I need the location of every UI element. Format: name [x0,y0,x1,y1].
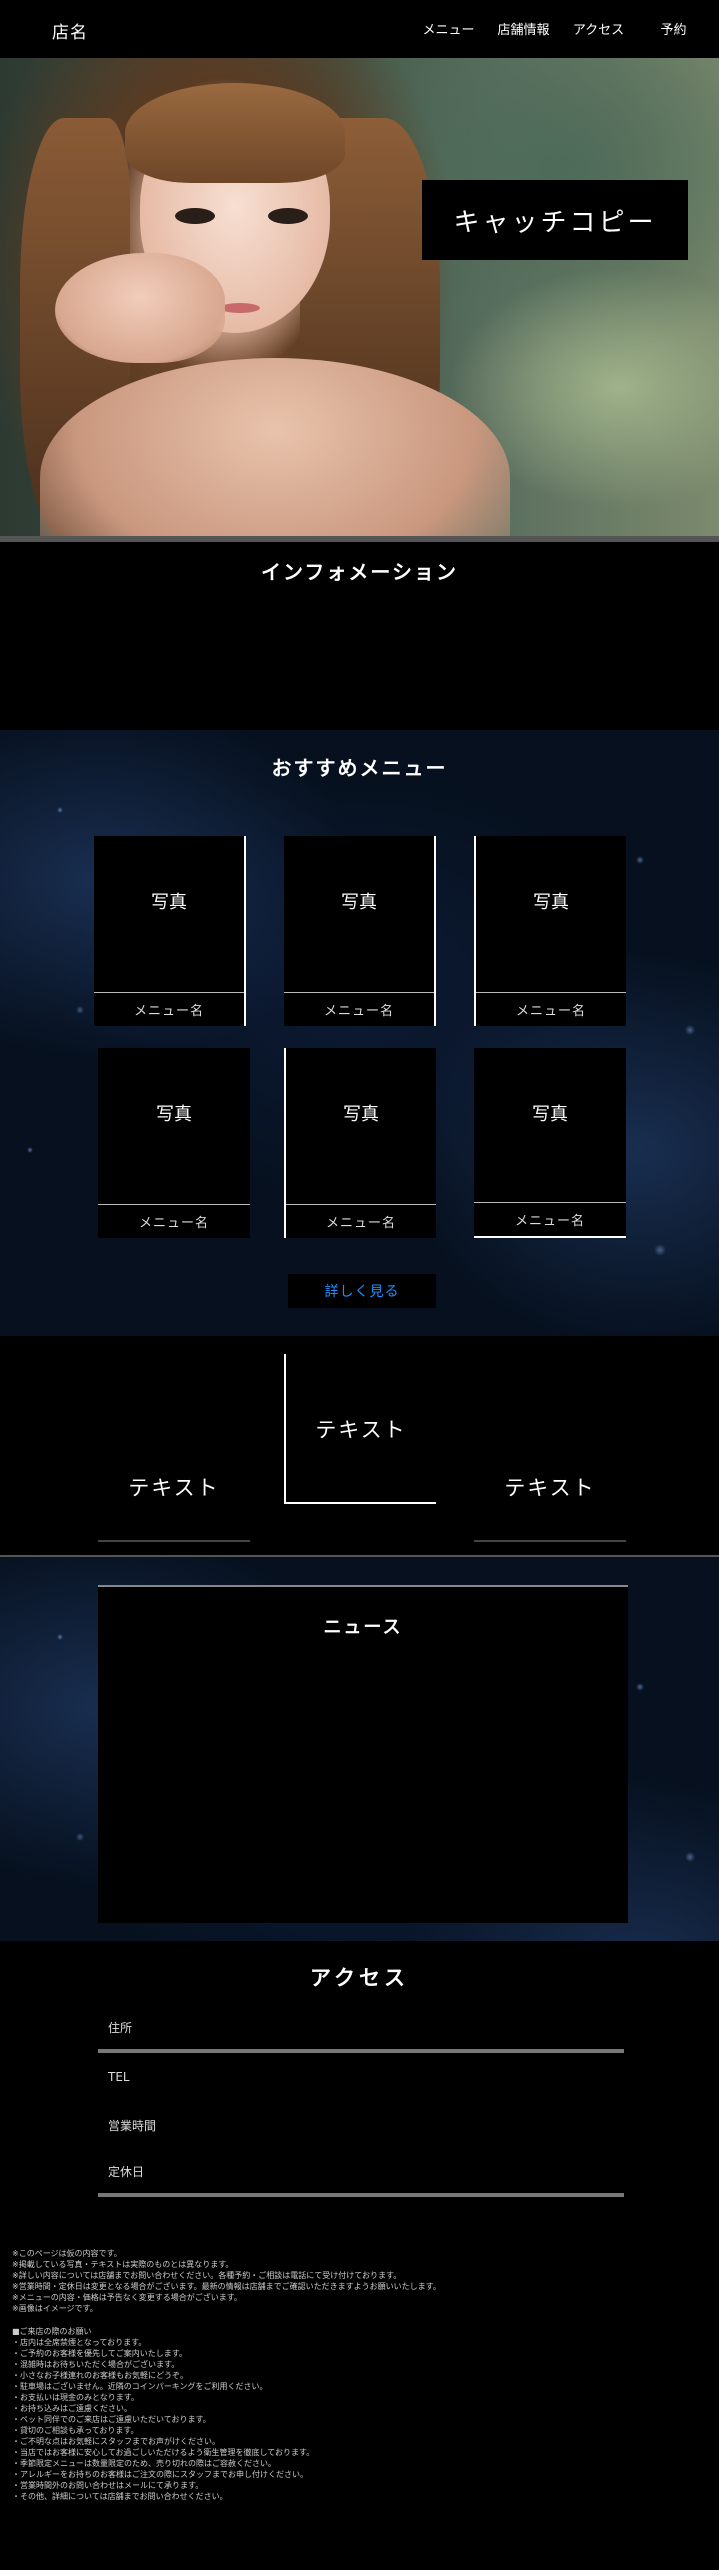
recommended-menu-section: おすすめメニュー 写真 メニュー名 写真 メニュー名 写真 メニュー名 写真 メ… [0,730,719,1336]
news-box: ニュース [98,1585,628,1923]
more-button[interactable]: 詳しく見る [288,1274,436,1308]
access-holiday: 定休日 [98,2149,624,2197]
menu-card-photo: 写真 [532,1104,568,1125]
footer-notes: ※このページは仮の内容です。 ※掲載している写真・テキストは実際のものとは異なり… [12,2248,712,2502]
text-column-label: テキスト [315,1418,407,1442]
text-column-label: テキスト [504,1476,596,1500]
text-column: テキスト [284,1354,436,1504]
nav-store-info[interactable]: 店舗情報 [486,19,561,38]
menu-section-title: おすすめメニュー [271,756,448,780]
menu-card-photo: 写真 [343,1104,379,1125]
note-line: ・お支払いは現金のみとなります。 [12,2393,139,2402]
nav-reservation[interactable]: 予約 [636,19,711,38]
access-title: アクセス [310,1966,409,1990]
catch-copy: キャッチコピー [453,207,657,238]
access-hours: 営業時間 [108,2118,157,2133]
note-line: ・ご予約のお客様を優先してご案内いたします。 [12,2349,187,2358]
access-list: 住所 TEL 営業時間 定休日 [98,2005,624,2197]
note-line: ・駐車場はございません。近隣のコインパーキングをご利用ください。 [12,2382,268,2391]
note-line: ・その他、詳細については店舗までお問い合わせください。 [12,2492,228,2501]
menu-card-caption: メニュー名 [284,992,434,1026]
nav-access[interactable]: アクセス [561,19,636,38]
note-line: ※このページは仮の内容です。 [12,2249,122,2258]
menu-card[interactable]: 写真 メニュー名 [94,836,246,1026]
catch-copy-box: キャッチコピー [422,180,688,260]
hero-photo-hand [55,253,225,363]
note-line: ※詳しい内容については店舗までお問い合わせください。各種予約・ご相談は電話にて受… [12,2271,402,2280]
text-columns-section: テキスト テキスト テキスト [0,1336,719,1556]
menu-card[interactable]: 写真 メニュー名 [284,836,436,1026]
text-column-underline [474,1540,626,1542]
hero-photo-eye [268,208,308,224]
note-line: ・貸切のご相談も承っております。 [12,2426,139,2435]
note-line: ・営業時間外のお問い合わせはメールにて承ります。 [12,2481,204,2490]
hero-image: キャッチコピー [0,58,719,540]
menu-card[interactable]: 写真 メニュー名 [284,1048,436,1238]
menu-card-photo: 写真 [151,892,187,913]
access-address: 住所 [98,2005,624,2053]
note-line: ・混雑時はお待ちいただく場合がございます。 [12,2360,180,2369]
menu-card[interactable]: 写真 メニュー名 [98,1048,250,1238]
note-line: ■ご来店の際のお願い [12,2327,92,2336]
menu-card-caption: メニュー名 [98,1204,250,1238]
text-column: テキスト [474,1362,626,1542]
note-line: ・季節限定メニューは数量限定のため、売り切れの際はご容赦ください。 [12,2459,276,2468]
menu-card-photo: 写真 [341,892,377,913]
note-line: ・小さなお子様連れのお客様もお気軽にどうぞ。 [12,2371,188,2380]
note-line: ・アレルギーをお持ちのお客様はご注文の際にスタッフまでお申し付けください。 [12,2470,308,2479]
note-line: ・お持ち込みはご遠慮ください。 [12,2404,132,2413]
global-nav: メニュー 店舗情報 アクセス 予約 [411,19,711,38]
note-line: ・ペット同伴でのご来店はご遠慮いただいております。 [12,2415,211,2424]
nav-menu[interactable]: メニュー [411,19,486,38]
note-gap [12,2314,712,2326]
text-column-underline [98,1540,250,1542]
menu-card[interactable]: 写真 メニュー名 [474,1048,626,1238]
information-title: インフォメーション [261,560,458,584]
news-section: ニュース [0,1557,719,1941]
note-line: ・当店ではお客様に安心してお過ごしいただけるよう衛生管理を徹底しております。 [12,2448,315,2457]
note-line: ※メニューの内容・価格は予告なく変更する場合がございます。 [12,2293,242,2302]
menu-card-caption: メニュー名 [286,1204,436,1238]
menu-card-caption: メニュー名 [474,1202,626,1236]
menu-card-caption: メニュー名 [476,992,626,1026]
shop-name[interactable]: 店名 [52,18,88,43]
note-line: ・ご不明な点はお気軽にスタッフまでお声がけください。 [12,2437,220,2446]
hero-photo-eye [175,208,215,224]
note-line: ※営業時間・定休日は変更となる場合がございます。最新の情報は店舗までご確認いただ… [12,2282,441,2291]
hero-divider [0,536,719,542]
menu-card-photo: 写真 [156,1104,192,1125]
hero-photo-bangs [125,83,345,183]
menu-card-photo: 写真 [533,892,569,913]
menu-card[interactable]: 写真 メニュー名 [474,836,626,1026]
note-line: ・店内は全席禁煙となっております。 [12,2338,147,2347]
note-line: ※画像はイメージです。 [12,2304,98,2313]
site-header: 店名 メニュー 店舗情報 アクセス 予約 [0,0,719,58]
news-title: ニュース [323,1617,403,1638]
text-column-label: テキスト [128,1476,220,1500]
menu-card-caption: メニュー名 [94,992,244,1026]
text-column: テキスト [98,1362,250,1542]
note-line: ※掲載している写真・テキストは実際のものとは異なります。 [12,2260,234,2269]
access-tel[interactable]: TEL [98,2053,624,2101]
hero-photo-lips [220,303,260,313]
